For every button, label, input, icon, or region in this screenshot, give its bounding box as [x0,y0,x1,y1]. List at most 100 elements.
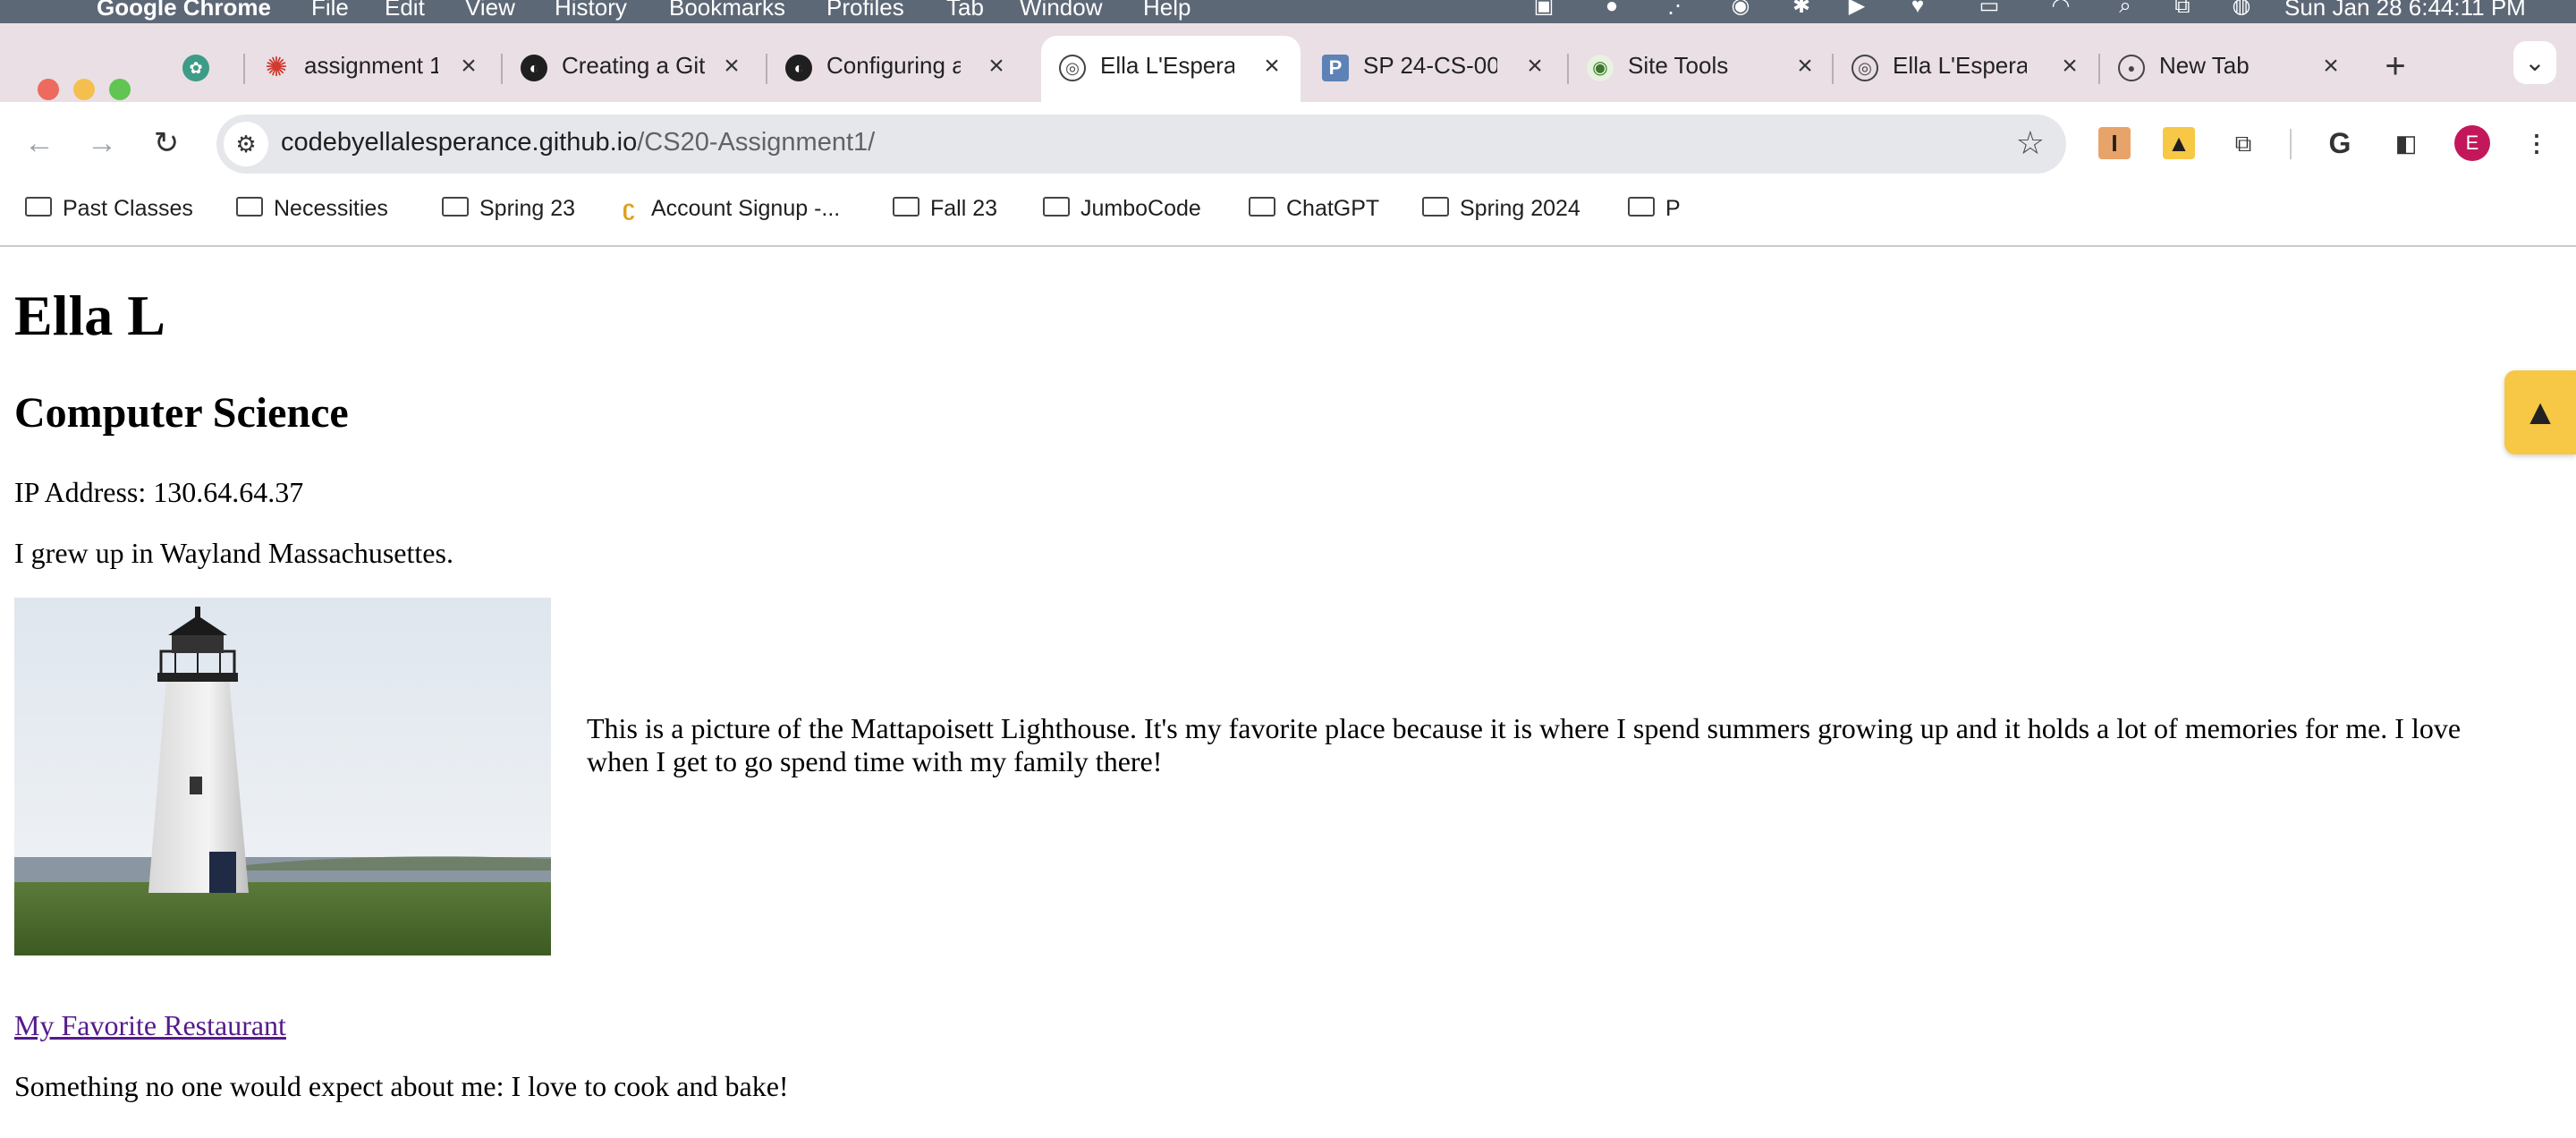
bookmark-past-classes[interactable]: Past Classes [25,195,193,231]
address-bar[interactable]: ⚙ codebyellalesperance.github.io/CS20-As… [216,115,2066,174]
folder-icon [442,197,469,217]
tab-ella-2[interactable]: ◎ Ella L'Esperan × [1834,36,2098,102]
menu-datetime[interactable]: Sun Jan 28 6:44:11 PM [2284,0,2526,21]
close-icon[interactable]: × [1521,50,1549,82]
tab-piazza[interactable]: P SP 24-CS-00 × [1304,36,1563,102]
menu-app-name[interactable]: Google Chrome [97,0,271,21]
bookmark-chatgpt[interactable]: ChatGPT [1249,195,1379,231]
tab-configuring[interactable]: ◐ Configuring a × [767,36,1025,102]
lighthouse-photo [14,598,551,955]
favorite-restaurant-link[interactable]: My Favorite Restaurant [14,1009,286,1042]
tab-chatgpt[interactable]: ✿ [165,36,243,102]
github-icon: ◐ [785,55,812,81]
folder-icon [1422,197,1449,217]
tab-search-button[interactable]: ⌄ [2513,41,2556,84]
menu-view[interactable]: View [465,0,515,21]
tab-ella-active[interactable]: ◎ Ella L'Esperan × [1041,36,1301,102]
side-panel-icon[interactable]: ◧ [2390,127,2422,159]
extension-yellow-icon[interactable]: ▲ [2163,127,2195,159]
hometown-text: I grew up in Wayland Massachusettes. [14,537,453,569]
url-text[interactable]: codebyellalesperance.github.io/CS20-Assi… [281,128,875,157]
piazza-icon: P [1322,55,1349,81]
bookmark-spring-2024[interactable]: Spring 2024 [1422,195,1580,231]
chrome-icon: ● [2118,55,2145,81]
site-info-icon[interactable]: ⚙ [224,122,268,166]
new-tab-button[interactable]: + [2377,47,2413,86]
spotlight-icon[interactable]: ⌕ [2113,0,2138,18]
url-domain: codebyellalesperance.github.io [281,128,638,157]
close-icon[interactable]: × [2055,50,2084,82]
minimize-window-button[interactable] [73,79,95,100]
page-content: Ella L Computer Science IP Address: 130.… [0,247,2576,1138]
forward-icon[interactable]: → [82,123,122,163]
tab-title: SP 24-CS-00 [1363,52,1497,79]
page-subtitle: Computer Science [14,389,349,437]
folder-icon [1628,197,1655,217]
close-icon[interactable]: × [1791,50,1819,82]
avatar[interactable]: E [2454,125,2490,161]
menu-bookmarks[interactable]: Bookmarks [669,0,785,21]
menu-history[interactable]: History [555,0,627,21]
close-icon[interactable]: × [454,50,483,82]
tab-title: Creating a Git [562,52,705,79]
google-icon[interactable]: G [2324,127,2356,159]
leetcode-icon: ʗ [623,195,635,221]
tab-assignment[interactable]: ✺ assignment 1: × [245,36,497,102]
bookmark-fall-23[interactable]: Fall 23 [893,195,997,231]
siri-icon[interactable]: ◍ [2229,0,2254,18]
bookmark-jumbocode[interactable]: JumboCode [1043,195,1201,231]
close-icon[interactable]: × [717,50,746,82]
play-icon[interactable]: ▶ [1844,0,1869,18]
menu-help[interactable]: Help [1143,0,1191,21]
tab-title: Ella L'Esperan [1100,52,1234,79]
folder-icon [236,197,263,217]
menu-kebab-icon[interactable]: ⋮ [2521,127,2553,159]
extension-honey-icon[interactable]: I [2098,127,2131,159]
folder-icon [25,197,52,217]
back-icon[interactable]: ← [20,123,59,163]
status-icon-sync[interactable]: ⋰ [1665,0,1690,18]
folder-icon [1043,197,1070,217]
menu-file[interactable]: File [311,0,349,21]
bookmark-star-icon[interactable]: ☆ [2016,125,2045,161]
extension-side-widget[interactable]: ▲ [2504,370,2576,454]
wifi-icon[interactable]: ◠ [2048,0,2073,18]
browser-toolbar: ← → ↻ ⚙ codebyellalesperance.github.io/C… [0,102,2576,184]
tab-title: assignment 1: [304,52,438,79]
tab-site-tools[interactable]: ◉ Site Tools × [1569,36,1834,102]
shield-icon[interactable]: ♥ [1905,0,1930,18]
bookmark-spring-23[interactable]: Spring 23 [442,195,575,231]
globe-icon: ◎ [1059,55,1086,81]
separator [2290,129,2292,159]
bookmark-account-signup[interactable]: ʗ Account Signup -... [623,195,840,231]
tab-title: Configuring a [826,52,961,79]
control-center-icon[interactable]: ⧉ [2170,0,2195,18]
menu-tab[interactable]: Tab [946,0,984,21]
status-icon-outlook[interactable]: ▣ [1531,0,1556,18]
canvas-icon: ✺ [265,53,288,82]
bookmark-necessities[interactable]: Necessities [236,195,388,231]
close-window-button[interactable] [38,79,59,100]
extensions-puzzle-icon[interactable]: ⧉ [2227,127,2259,159]
globe-icon: ◎ [1852,55,1878,81]
reload-icon[interactable]: ↻ [147,123,186,163]
close-icon[interactable]: × [982,50,1011,82]
menu-window[interactable]: Window [1020,0,1102,21]
tab-title: New Tab [2159,52,2250,79]
menu-edit[interactable]: Edit [385,0,425,21]
close-icon[interactable]: × [1258,50,1286,82]
status-icon-grammarly[interactable]: ● [1599,0,1624,18]
zoom-window-button[interactable] [109,79,131,100]
status-icon-user[interactable]: ◉ [1728,0,1753,18]
photo-caption: This is a picture of the Mattapoisett Li… [587,712,2462,777]
bookmark-p[interactable]: P [1628,195,1681,231]
close-icon[interactable]: × [2317,50,2345,82]
menu-profiles[interactable]: Profiles [826,0,904,21]
tab-title: Ella L'Esperan [1893,52,2027,79]
site-tools-icon: ◉ [1587,55,1614,81]
tab-creating-git[interactable]: ◐ Creating a Git × [503,36,760,102]
bluetooth-icon[interactable]: ✱ [1789,0,1814,18]
battery-icon[interactable]: ▭ [1970,0,2009,18]
tab-new-tab[interactable]: ● New Tab × [2100,36,2360,102]
github-icon: ◐ [521,55,547,81]
